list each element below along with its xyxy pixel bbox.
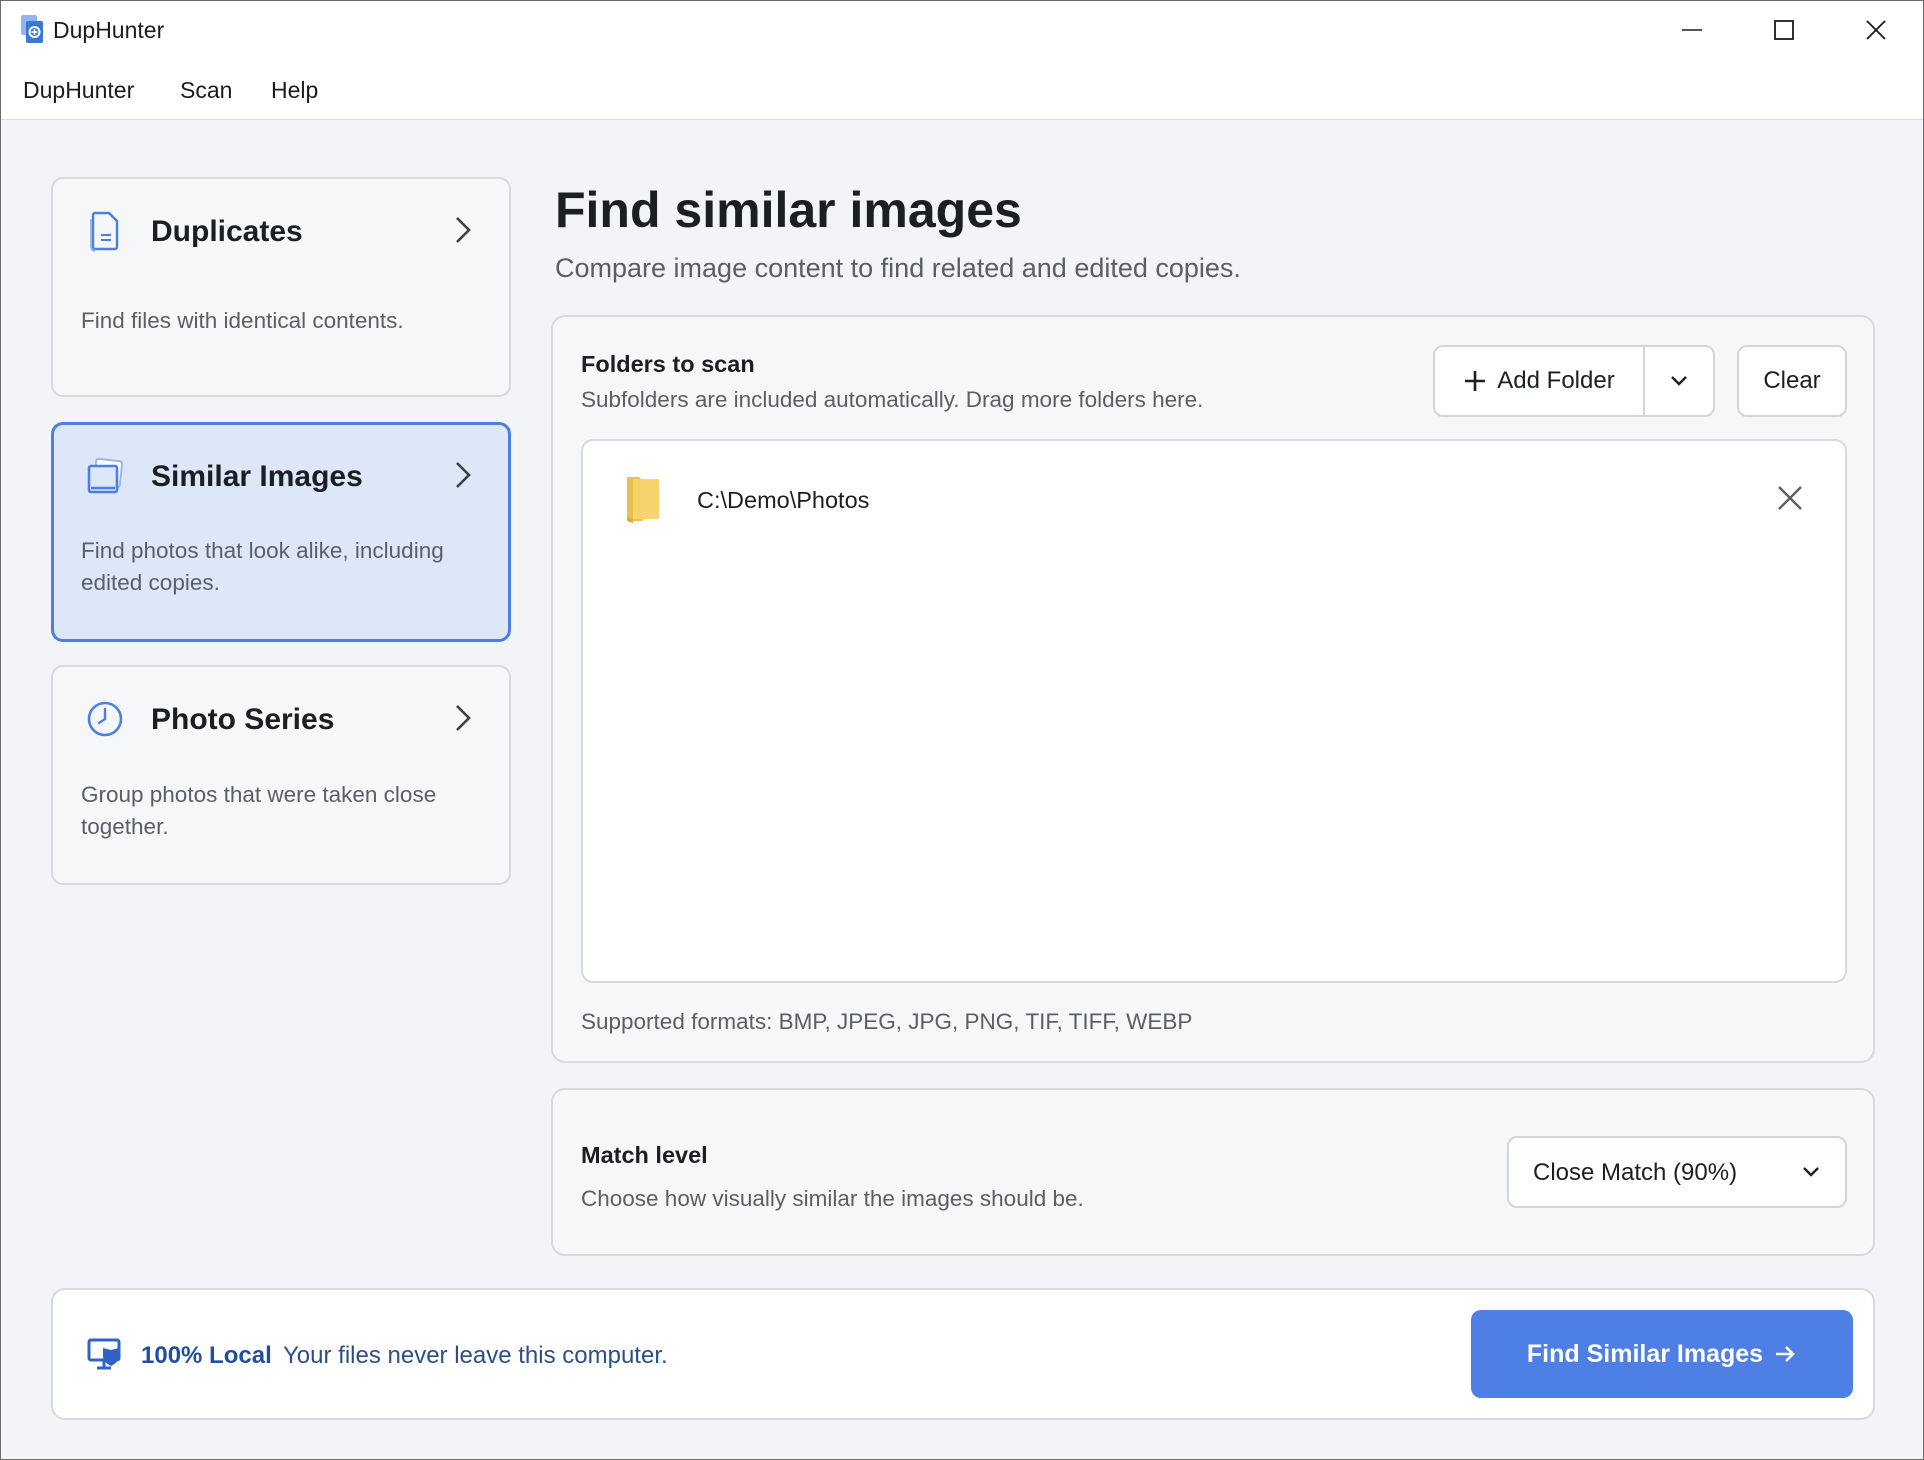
monitor-shield-icon xyxy=(87,1338,121,1370)
chevron-down-icon xyxy=(1671,376,1687,386)
mode-card-duplicates[interactable]: Duplicates Find files with identical con… xyxy=(51,177,511,397)
photos-icon xyxy=(87,457,124,494)
folder-path: C:\Demo\Photos xyxy=(697,487,870,513)
folders-title: Folders to scan xyxy=(581,351,755,377)
close-button[interactable] xyxy=(1831,1,1921,59)
plus-icon xyxy=(1465,371,1486,391)
find-similar-images-label: Find Similar Images xyxy=(1526,1339,1764,1368)
window-title: DupHunter xyxy=(53,17,165,43)
menu-item-scan[interactable]: Scan xyxy=(180,77,232,104)
add-folder-split-button: Add Folder xyxy=(1433,345,1715,417)
chevron-down-icon xyxy=(1803,1167,1819,1177)
card-description-duplicates: Find files with identical contents. xyxy=(81,308,404,333)
footer-bar: 100% Local Your files never leave this c… xyxy=(51,1288,1875,1420)
card-title-duplicates: Duplicates xyxy=(151,215,303,248)
mode-card-photo-series[interactable]: Photo Series Group photos that were take… xyxy=(51,665,511,885)
add-folder-label: Add Folder xyxy=(1497,367,1615,394)
card-title-photo-series: Photo Series xyxy=(151,703,335,736)
find-similar-images-button[interactable]: Find Similar Images xyxy=(1471,1310,1853,1398)
close-icon xyxy=(1866,20,1886,40)
chevron-right-icon xyxy=(456,462,471,488)
app-window: DupHunter DupHunter Scan Help Duplicates… xyxy=(0,0,1924,1460)
folders-description: Subfolders are included automatically. D… xyxy=(581,387,1204,412)
supported-formats: Supported formats: BMP, JPEG, JPG, PNG, … xyxy=(581,1009,1193,1034)
document-icon xyxy=(90,211,119,252)
card-title-similar-images: Similar Images xyxy=(151,460,363,493)
folder-list-item[interactable]: C:\Demo\Photos xyxy=(583,441,1845,561)
title-bar: DupHunter xyxy=(1,1,1923,59)
arrow-right-icon xyxy=(1776,1346,1795,1362)
local-description: Your files never leave this computer. xyxy=(283,1342,668,1369)
menu-bar: DupHunter Scan Help xyxy=(1,59,1923,120)
page-subtitle: Compare image content to find related an… xyxy=(555,253,1241,283)
chevron-right-icon xyxy=(456,705,471,731)
clear-button[interactable]: Clear xyxy=(1737,345,1847,417)
clock-icon xyxy=(87,701,123,737)
maximize-button[interactable] xyxy=(1739,1,1829,59)
match-level-value: Close Match (90%) xyxy=(1533,1159,1738,1186)
menu-item-help[interactable]: Help xyxy=(271,77,318,104)
card-description-photo-series: Group photos that were taken close toget… xyxy=(81,782,437,839)
folder-icon xyxy=(627,477,659,523)
menu-item-duphunter[interactable]: DupHunter xyxy=(23,77,134,104)
add-folder-button[interactable]: Add Folder xyxy=(1435,347,1643,415)
match-level-title: Match level xyxy=(581,1142,708,1168)
local-badge: 100% Local xyxy=(141,1342,272,1369)
minimize-icon xyxy=(1682,29,1702,31)
match-level-select[interactable]: Close Match (90%) xyxy=(1507,1136,1847,1208)
minimize-button[interactable] xyxy=(1647,1,1737,59)
app-logo-icon xyxy=(21,15,43,43)
chevron-right-icon xyxy=(456,217,471,243)
folders-panel: Folders to scan Subfolders are included … xyxy=(551,315,1875,1063)
match-level-description: Choose how visually similar the images s… xyxy=(581,1186,1084,1211)
maximize-icon xyxy=(1774,20,1794,40)
remove-folder-icon[interactable] xyxy=(1773,481,1807,515)
card-description-similar-images: Find photos that look alike, including e… xyxy=(81,538,444,595)
page-title: Find similar images xyxy=(555,182,1022,238)
add-folder-dropdown-button[interactable] xyxy=(1645,347,1713,415)
match-level-panel: Match level Choose how visually similar … xyxy=(551,1088,1875,1256)
folder-list[interactable]: C:\Demo\Photos xyxy=(581,439,1847,983)
mode-card-similar-images[interactable]: Similar Images Find photos that look ali… xyxy=(51,422,511,642)
